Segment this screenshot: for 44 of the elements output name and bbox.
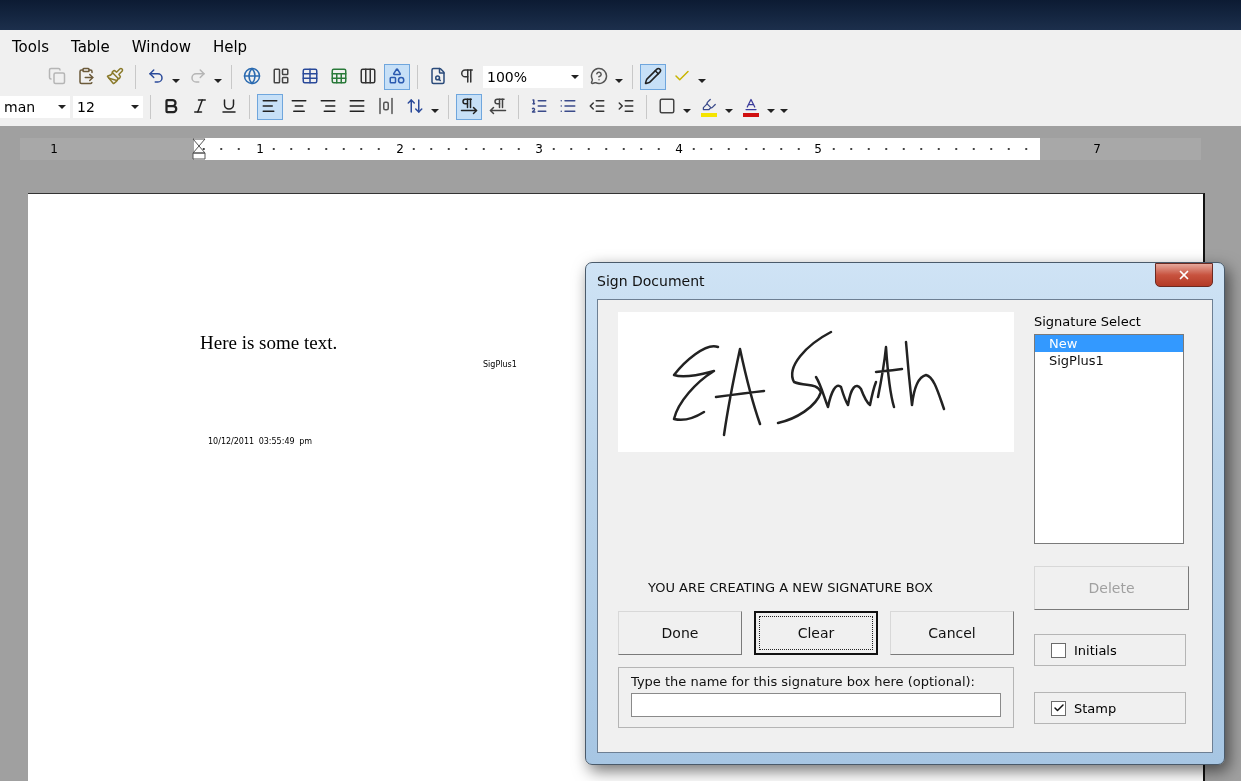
checkbox[interactable] (1051, 700, 1066, 716)
menu-item[interactable]: Tools (12, 38, 49, 56)
timestamp: 10/12/2011 03:55:49 pm (208, 437, 312, 446)
checkbox-label: Initials (1074, 642, 1117, 658)
caret-icon[interactable] (431, 109, 439, 113)
caret-icon[interactable] (683, 109, 691, 113)
caret-icon[interactable] (172, 79, 180, 83)
close-button[interactable] (1155, 263, 1213, 287)
name-input-field[interactable] (631, 693, 1001, 717)
combo-field[interactable]: man (0, 96, 70, 118)
dialog-button[interactable]: Clear (754, 611, 878, 655)
list-item[interactable]: SigPlus1 (1035, 352, 1183, 369)
shapes-icon[interactable] (384, 64, 410, 90)
checkbox-label: Stamp (1074, 700, 1117, 716)
ruler-number: 4 (673, 142, 685, 156)
ruler-number: 5 (812, 142, 824, 156)
ruler-number: 2 (394, 142, 406, 156)
combo-field[interactable]: 12 (73, 96, 143, 118)
caret-icon[interactable] (725, 109, 733, 113)
indent-marker-icon[interactable] (192, 138, 206, 160)
caret-icon[interactable] (698, 79, 706, 83)
ruler-number: 1 (254, 142, 266, 156)
left-to-right-icon[interactable] (456, 94, 482, 120)
ruler-number: 1 (48, 142, 60, 156)
body-text: Here is some text. (200, 332, 338, 354)
ruler-number: 7 (1091, 142, 1103, 156)
close-icon (1177, 268, 1191, 282)
signature-label: SigPlus1 (483, 360, 517, 369)
menu-item[interactable]: Window (131, 38, 191, 56)
dialog-title: Sign Document (597, 273, 705, 289)
ruler-number: 3 (533, 142, 545, 156)
dialog-button[interactable]: Cancel (890, 611, 1014, 655)
menu-item[interactable]: Table (70, 38, 110, 56)
status-message: YOU ARE CREATING A NEW SIGNATURE BOX (648, 580, 934, 595)
field-label: Type the name for this signature box here (optional): (631, 674, 976, 689)
align-left-icon[interactable] (257, 94, 283, 120)
list-label: Signature Select (1034, 314, 1141, 329)
pencil-icon[interactable] (640, 64, 666, 90)
combo-field[interactable]: 100% (483, 66, 583, 88)
menu-item[interactable]: Help (212, 38, 248, 56)
checkbox[interactable] (1051, 642, 1066, 658)
caret-icon[interactable] (615, 79, 623, 83)
dialog-button[interactable]: Done (618, 611, 742, 655)
caret-icon[interactable] (214, 79, 222, 83)
